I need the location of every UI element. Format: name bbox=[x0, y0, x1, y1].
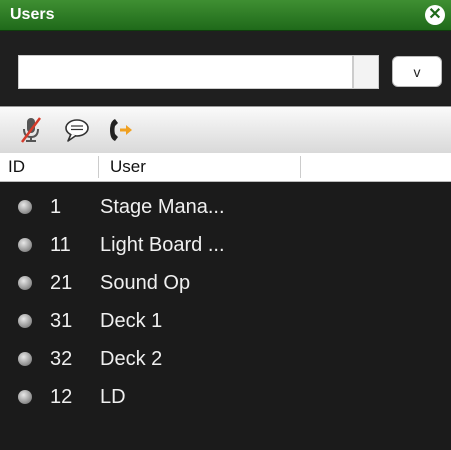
input-bar: v bbox=[0, 31, 451, 105]
muted-microphone-icon[interactable] bbox=[16, 115, 46, 150]
user-id: 11 bbox=[50, 234, 71, 256]
table-row[interactable]: 21 Sound Op bbox=[0, 266, 451, 302]
user-id: 12 bbox=[50, 386, 73, 408]
toolbar bbox=[0, 106, 451, 154]
user-name: Light Board ... bbox=[100, 234, 225, 256]
status-indicator-icon bbox=[18, 390, 32, 404]
panel-title: Users bbox=[10, 6, 55, 23]
users-panel: Users ✕ v ID User 1 Stage Mana... 11 Lig… bbox=[0, 0, 451, 450]
table-row[interactable]: 32 Deck 2 bbox=[0, 342, 451, 378]
column-divider[interactable] bbox=[98, 156, 99, 178]
input-side-segment bbox=[353, 55, 379, 89]
column-header-id[interactable]: ID bbox=[8, 157, 25, 177]
user-name: LD bbox=[100, 386, 126, 408]
status-indicator-icon bbox=[18, 352, 32, 366]
table-header: ID User bbox=[0, 153, 451, 182]
text-input[interactable] bbox=[18, 55, 353, 89]
chat-bubble-icon[interactable] bbox=[62, 115, 92, 150]
user-id: 21 bbox=[50, 272, 73, 294]
column-header-user[interactable]: User bbox=[110, 157, 146, 177]
user-name: Sound Op bbox=[100, 272, 191, 294]
column-divider[interactable] bbox=[300, 156, 301, 178]
status-indicator-icon bbox=[18, 314, 32, 328]
user-id: 31 bbox=[50, 310, 73, 332]
title-bar[interactable]: Users ✕ bbox=[0, 0, 451, 31]
table-row[interactable]: 11 Light Board ... bbox=[0, 228, 451, 264]
phone-call-icon[interactable] bbox=[106, 115, 136, 150]
user-name: Deck 1 bbox=[100, 310, 163, 332]
user-name: Deck 2 bbox=[100, 348, 163, 370]
status-indicator-icon bbox=[18, 238, 32, 252]
user-id: 32 bbox=[50, 348, 73, 370]
user-id: 1 bbox=[50, 196, 62, 218]
v-button[interactable]: v bbox=[392, 56, 442, 87]
table-row[interactable]: 12 LD bbox=[0, 380, 451, 416]
user-name: Stage Mana... bbox=[100, 196, 225, 218]
table-row[interactable]: 31 Deck 1 bbox=[0, 304, 451, 340]
close-icon[interactable]: ✕ bbox=[425, 5, 445, 25]
table-row[interactable]: 1 Stage Mana... bbox=[0, 190, 451, 226]
status-indicator-icon bbox=[18, 200, 32, 214]
status-indicator-icon bbox=[18, 276, 32, 290]
